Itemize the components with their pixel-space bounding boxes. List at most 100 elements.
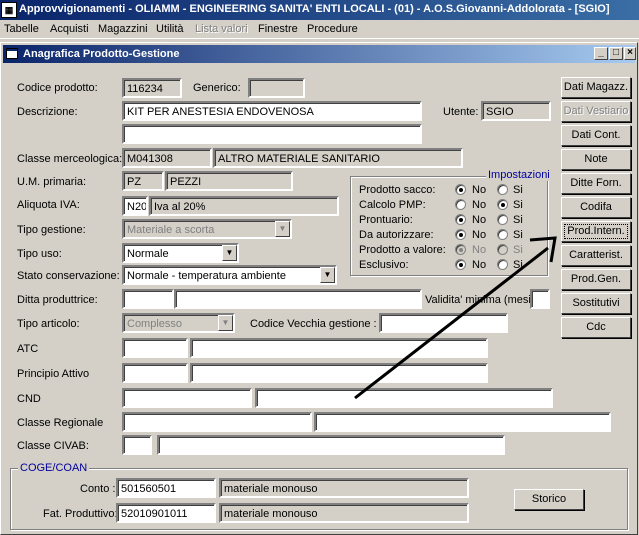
- descrizione2-field[interactable]: [122, 124, 422, 144]
- conto-label: Conto :: [80, 483, 116, 495]
- ditte-forn-button[interactable]: Ditte Forn.: [561, 173, 631, 194]
- prodotto-a-valore-si-radio[interactable]: [497, 244, 508, 255]
- descrizione-label: Descrizione:: [17, 106, 78, 118]
- ditta-code-field[interactable]: [122, 289, 174, 309]
- dati-vestiario-button[interactable]: Dati Vestiario: [561, 101, 631, 122]
- generico-field[interactable]: [248, 78, 305, 98]
- codice-prodotto-field[interactable]: 116234: [122, 78, 182, 98]
- iva-code-field[interactable]: N20: [122, 196, 148, 216]
- um-code-field[interactable]: PZ: [122, 171, 164, 191]
- chevron-down-icon[interactable]: ▼: [275, 221, 290, 237]
- menu-procedure[interactable]: Procedure: [307, 23, 358, 35]
- classe-civab-desc-field[interactable]: [157, 435, 505, 455]
- ditta-desc-field[interactable]: [174, 289, 422, 309]
- principio-attivo-label: Principio Attivo: [17, 368, 90, 380]
- app-icon: ▦: [1, 2, 17, 18]
- radio-no-label: No: [472, 229, 487, 241]
- atc-code-field[interactable]: [122, 338, 188, 358]
- conto-desc-field[interactable]: materiale monouso: [219, 478, 469, 498]
- codifa-button[interactable]: Codifa: [561, 197, 631, 218]
- prodotto-sacco-no-radio[interactable]: [455, 184, 466, 195]
- atc-desc-field[interactable]: [190, 338, 488, 358]
- chevron-down-icon[interactable]: ▼: [320, 267, 335, 283]
- radio-si-label: Si: [513, 229, 523, 241]
- calcolo-pmp-no-radio[interactable]: [455, 199, 466, 210]
- stato-conservazione-select[interactable]: Normale - temperatura ambiente ▼: [122, 265, 337, 285]
- cnd-code-field[interactable]: [122, 388, 252, 408]
- classe-regionale-desc-field[interactable]: [314, 412, 611, 432]
- coge-coan-title: COGE/COAN: [18, 462, 90, 474]
- radio-si-label: Si: [513, 214, 523, 226]
- classe-civab-label: Classe CIVAB:: [17, 440, 89, 452]
- chevron-down-icon[interactable]: ▼: [218, 315, 233, 331]
- esclusivo-no-radio[interactable]: [455, 259, 466, 270]
- radio-si-label: Si: [513, 259, 523, 271]
- codice-vecchia-gestione-field[interactable]: [379, 313, 508, 333]
- minimize-icon[interactable]: _: [594, 47, 608, 60]
- classe-regionale-code-field[interactable]: [122, 412, 312, 432]
- fat-desc-field[interactable]: materiale monouso: [219, 503, 469, 523]
- tipo-gestione-label: Tipo gestione:: [17, 224, 86, 236]
- maximize-icon[interactable]: □: [609, 47, 623, 60]
- classe-desc-field[interactable]: ALTRO MATERIALE SANITARIO: [213, 148, 463, 168]
- menu-utilita[interactable]: Utilità: [156, 23, 184, 35]
- descrizione-field[interactable]: KIT PER ANESTESIA ENDOVENOSA: [122, 101, 422, 121]
- prontuario-label: Prontuario:: [359, 214, 413, 226]
- form-title: Anagrafica Prodotto-Gestione: [23, 48, 180, 60]
- classe-regionale-label: Classe Regionale: [17, 417, 104, 429]
- chevron-down-icon[interactable]: ▼: [222, 245, 237, 261]
- classe-civab-code-field[interactable]: [122, 435, 152, 455]
- generico-label: Generico:: [193, 82, 241, 94]
- dati-magazz-button[interactable]: Dati Magazz.: [561, 77, 631, 98]
- conto-code-field[interactable]: 501560501: [116, 478, 216, 498]
- menu-acquisti[interactable]: Acquisti: [50, 23, 89, 35]
- menu-tabelle[interactable]: Tabelle: [4, 23, 39, 35]
- cdc-button[interactable]: Cdc: [561, 317, 631, 338]
- tipo-gestione-value: Materiale a scorta: [127, 224, 215, 236]
- prod-gen-button[interactable]: Prod.Gen.: [561, 269, 631, 290]
- tipo-articolo-select[interactable]: Complesso ▼: [122, 313, 235, 333]
- utente-label: Utente:: [443, 106, 479, 118]
- prontuario-si-radio[interactable]: [497, 214, 508, 225]
- prontuario-no-radio[interactable]: [455, 214, 466, 225]
- tipo-articolo-label: Tipo articolo:: [17, 318, 80, 330]
- iva-desc-field[interactable]: Iva al 20%: [149, 196, 339, 216]
- radio-no-label: No: [472, 259, 487, 271]
- principio-code-field[interactable]: [122, 363, 188, 383]
- da-autorizzare-no-radio[interactable]: [455, 229, 466, 240]
- caratterist-button[interactable]: Caratterist.: [561, 245, 631, 266]
- menu-bar: Tabelle Acquisti Magazzini Utilità Lista…: [0, 20, 639, 39]
- tipo-gestione-select[interactable]: Materiale a scorta ▼: [122, 219, 292, 239]
- aliquota-iva-label: Aliquota IVA:: [17, 199, 80, 211]
- ditta-produttrice-label: Ditta produttrice:: [17, 294, 98, 306]
- um-desc-field[interactable]: PEZZI: [165, 171, 293, 191]
- fat-produttivo-label: Fat. Produttivo:: [43, 508, 118, 520]
- close-icon[interactable]: ×: [624, 47, 636, 60]
- cnd-desc-field[interactable]: [255, 388, 553, 408]
- tipo-uso-select[interactable]: Normale ▼: [122, 243, 239, 263]
- dati-cont-button[interactable]: Dati Cont.: [561, 125, 631, 146]
- da-autorizzare-si-radio[interactable]: [497, 229, 508, 240]
- sostitutivi-button[interactable]: Sostitutivi: [561, 293, 631, 314]
- esclusivo-si-radio[interactable]: [497, 259, 508, 270]
- fat-code-field[interactable]: 52010901011: [116, 503, 216, 523]
- note-button[interactable]: Note: [561, 149, 631, 170]
- app-titlebar: ▦ Approvvigionamenti - OLIAMM - ENGINEER…: [0, 0, 639, 20]
- menu-magazzini[interactable]: Magazzini: [98, 23, 148, 35]
- prodotto-a-valore-no-radio[interactable]: [455, 244, 466, 255]
- cnd-label: CND: [17, 393, 41, 405]
- menu-lista-valori[interactable]: Lista valori: [195, 23, 248, 35]
- menu-finestre[interactable]: Finestre: [258, 23, 298, 35]
- principio-desc-field[interactable]: [190, 363, 488, 383]
- classe-code-field[interactable]: M041308: [122, 148, 212, 168]
- validita-minima-field[interactable]: [530, 289, 550, 309]
- validita-minima-label: Validita' minima (mesi):: [425, 294, 538, 306]
- prodotto-sacco-si-radio[interactable]: [497, 184, 508, 195]
- radio-no-label: No: [472, 244, 487, 256]
- stato-conservazione-value: Normale - temperatura ambiente: [127, 270, 286, 282]
- calcolo-pmp-si-radio[interactable]: [497, 199, 508, 210]
- utente-field[interactable]: SGIO: [481, 101, 551, 121]
- calcolo-pmp-label: Calcolo PMP:: [359, 199, 426, 211]
- storico-button[interactable]: Storico: [514, 489, 584, 510]
- prod-intern-button[interactable]: Prod.Intern.: [561, 221, 631, 242]
